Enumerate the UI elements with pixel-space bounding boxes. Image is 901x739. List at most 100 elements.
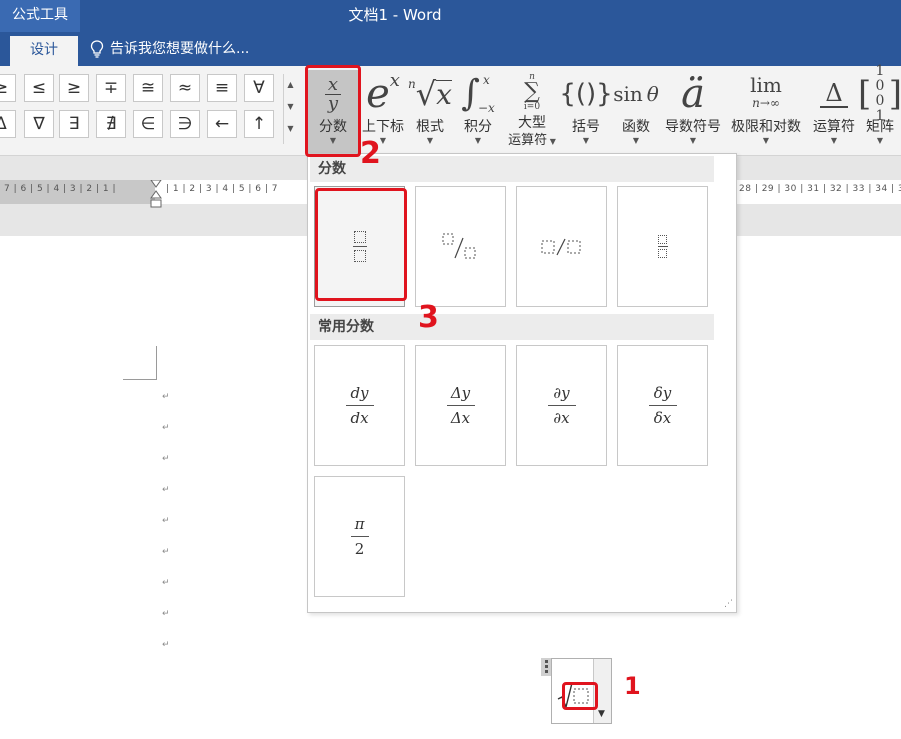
common-fraction-tile[interactable]: ∂y ∂x bbox=[516, 345, 607, 466]
limit-label: 极限和对数 bbox=[731, 119, 801, 135]
symbol-button[interactable]: ← bbox=[207, 110, 237, 138]
indent-marker-icon[interactable] bbox=[150, 180, 162, 210]
annotation-box-fraction-button bbox=[305, 65, 361, 157]
ribbon: ≥ ≤ ≥ ∓ ≅ ≈ ≡ ∀ Δ ∇ ∃ ∄ ∈ ∋ ← ↑ ▲ ▼ ▼ x … bbox=[0, 63, 901, 156]
symbol-button[interactable]: ↑ bbox=[244, 110, 274, 138]
fraction-linear-tile[interactable] bbox=[516, 186, 607, 307]
fraction-numerator: ∂y bbox=[553, 384, 570, 402]
chevron-down-icon: ▼ bbox=[632, 136, 640, 145]
chevron-down-icon: ▼ bbox=[876, 136, 884, 145]
common-fraction-tile[interactable]: dy dx bbox=[314, 345, 405, 466]
annotation-step-2: 2 bbox=[360, 136, 381, 171]
gallery-more-icon[interactable]: ▼ bbox=[284, 118, 297, 140]
scroll-down-icon[interactable]: ▼ bbox=[284, 96, 297, 118]
scroll-up-icon[interactable]: ▲ bbox=[284, 74, 297, 96]
operator-icon: Δ bbox=[806, 70, 862, 118]
tab-design[interactable]: 设计 bbox=[10, 36, 78, 66]
paragraph-mark-icon: ↵ bbox=[162, 640, 170, 650]
annotation-step-1: 1 bbox=[624, 672, 641, 700]
chevron-down-icon: ▼ bbox=[426, 136, 434, 145]
fraction-denominator: 2 bbox=[354, 540, 365, 558]
ribbon-tab-row: 设计 告诉我您想要做什么... bbox=[0, 32, 901, 66]
large-operator-label-2: 运算符 ▼ bbox=[504, 132, 560, 150]
symbol-button[interactable]: ∋ bbox=[170, 110, 200, 138]
symbol-button[interactable]: ≅ bbox=[133, 74, 163, 102]
accent-button[interactable]: ä 导数符号 ▼ bbox=[662, 70, 724, 154]
symbol-button[interactable]: ∈ bbox=[133, 110, 163, 138]
common-fraction-tile[interactable]: Δy Δx bbox=[415, 345, 506, 466]
matrix-icon: [1 00 1] bbox=[858, 63, 901, 124]
radical-label: 根式 bbox=[416, 119, 444, 135]
symbol-button[interactable]: ≥ bbox=[0, 74, 16, 102]
skewed-fraction-icon bbox=[442, 233, 475, 258]
fraction-denominator: Δx bbox=[450, 409, 471, 427]
symbol-button[interactable]: ≤ bbox=[24, 74, 54, 102]
paragraph-mark-icon: ↵ bbox=[162, 578, 170, 588]
symbol-button[interactable]: ∀ bbox=[244, 74, 274, 102]
fraction-denominator: dx bbox=[350, 409, 369, 427]
large-operator-label-2-text: 运算符 bbox=[508, 133, 548, 148]
chevron-down-icon: ▼ bbox=[689, 136, 697, 145]
annotation-step-3: 3 bbox=[418, 300, 439, 335]
symbol-gallery-scroll[interactable]: ▲ ▼ ▼ bbox=[283, 74, 297, 144]
fraction-numerator: π bbox=[354, 515, 365, 533]
chevron-down-icon: ▼ bbox=[598, 709, 605, 719]
symbol-button[interactable]: ∃ bbox=[59, 110, 89, 138]
large-operator-label: 大型 bbox=[518, 115, 546, 131]
matrix-label: 矩阵 bbox=[866, 119, 894, 135]
title-bar: 文档1 - Word 公式工具 bbox=[0, 0, 901, 32]
symbol-button[interactable]: ≈ bbox=[170, 74, 200, 102]
integral-icon: ∫ x −x bbox=[461, 73, 495, 115]
tell-me-search[interactable]: 告诉我您想要做什么... bbox=[90, 38, 249, 60]
bracket-button[interactable]: {()} 括号 ▼ bbox=[559, 70, 613, 154]
common-fraction-tile[interactable]: δy δx bbox=[617, 345, 708, 466]
section-header-common-fraction: 常用分数 bbox=[310, 314, 714, 340]
linear-fraction-icon bbox=[541, 238, 580, 255]
accent-label: 导数符号 bbox=[665, 119, 721, 135]
annotation-box-equation-placeholder bbox=[562, 682, 598, 710]
chevron-down-icon: ▼ bbox=[547, 137, 556, 146]
resize-grip-icon[interactable]: ⋰ bbox=[723, 599, 733, 609]
fraction-numerator: dy bbox=[350, 384, 369, 402]
large-operator-icon: n ∑ i=0 bbox=[523, 72, 541, 112]
operator-label: 运算符 bbox=[813, 119, 855, 135]
accent-icon: ä bbox=[681, 71, 705, 117]
paragraph-mark-icon: ↵ bbox=[162, 609, 170, 619]
symbol-button[interactable]: ≥ bbox=[59, 74, 89, 102]
operator-button[interactable]: Δ 运算符 ▼ bbox=[806, 70, 862, 154]
paragraph-mark-icon: ↵ bbox=[162, 454, 170, 464]
lightbulb-icon bbox=[90, 40, 104, 58]
common-fraction-tile[interactable]: π2 bbox=[314, 476, 405, 597]
equation-tools-context-tab: 公式工具 bbox=[0, 0, 80, 32]
limit-button[interactable]: lim n→∞ 极限和对数 ▼ bbox=[726, 70, 806, 154]
annotation-box-stacked-fraction bbox=[315, 188, 407, 301]
large-operator-button[interactable]: n ∑ i=0 大型 运算符 ▼ bbox=[504, 70, 560, 154]
fraction-numerator: δy bbox=[653, 384, 672, 402]
paragraph-mark-icon: ↵ bbox=[162, 423, 170, 433]
function-label: 函数 bbox=[622, 119, 650, 135]
bracket-icon: {()} bbox=[559, 79, 613, 109]
ruler-labels-left: 7 | 6 | 5 | 4 | 3 | 2 | 1 | bbox=[4, 184, 116, 194]
chevron-down-icon: ▼ bbox=[582, 136, 590, 145]
small-fraction-icon bbox=[657, 235, 668, 258]
fraction-skewed-tile[interactable] bbox=[415, 186, 506, 307]
chevron-down-icon: ▼ bbox=[474, 136, 482, 145]
bracket-label: 括号 bbox=[572, 119, 600, 135]
symbol-button[interactable]: ∓ bbox=[96, 74, 126, 102]
symbol-button[interactable]: Δ bbox=[0, 110, 16, 138]
fraction-small-tile[interactable] bbox=[617, 186, 708, 307]
margin-corner-mark bbox=[123, 346, 157, 380]
matrix-button[interactable]: [1 00 1] 矩阵 ▼ bbox=[858, 63, 901, 154]
chevron-down-icon: ▼ bbox=[830, 136, 838, 145]
function-button[interactable]: sin θ 函数 ▼ bbox=[612, 70, 660, 154]
chevron-down-icon: ▼ bbox=[762, 136, 770, 145]
paragraph-mark-icon: ↵ bbox=[162, 392, 170, 402]
symbol-button[interactable]: ≡ bbox=[207, 74, 237, 102]
symbol-button[interactable]: ∇ bbox=[24, 110, 54, 138]
radical-button[interactable]: n √ x 根式 ▼ bbox=[408, 70, 452, 154]
paragraph-mark-icon: ↵ bbox=[162, 485, 170, 495]
integral-button[interactable]: ∫ x −x 积分 ▼ bbox=[456, 70, 500, 154]
equation-drag-handle[interactable] bbox=[541, 658, 551, 676]
symbol-button[interactable]: ∄ bbox=[96, 110, 126, 138]
fraction-denominator: ∂x bbox=[553, 409, 570, 427]
